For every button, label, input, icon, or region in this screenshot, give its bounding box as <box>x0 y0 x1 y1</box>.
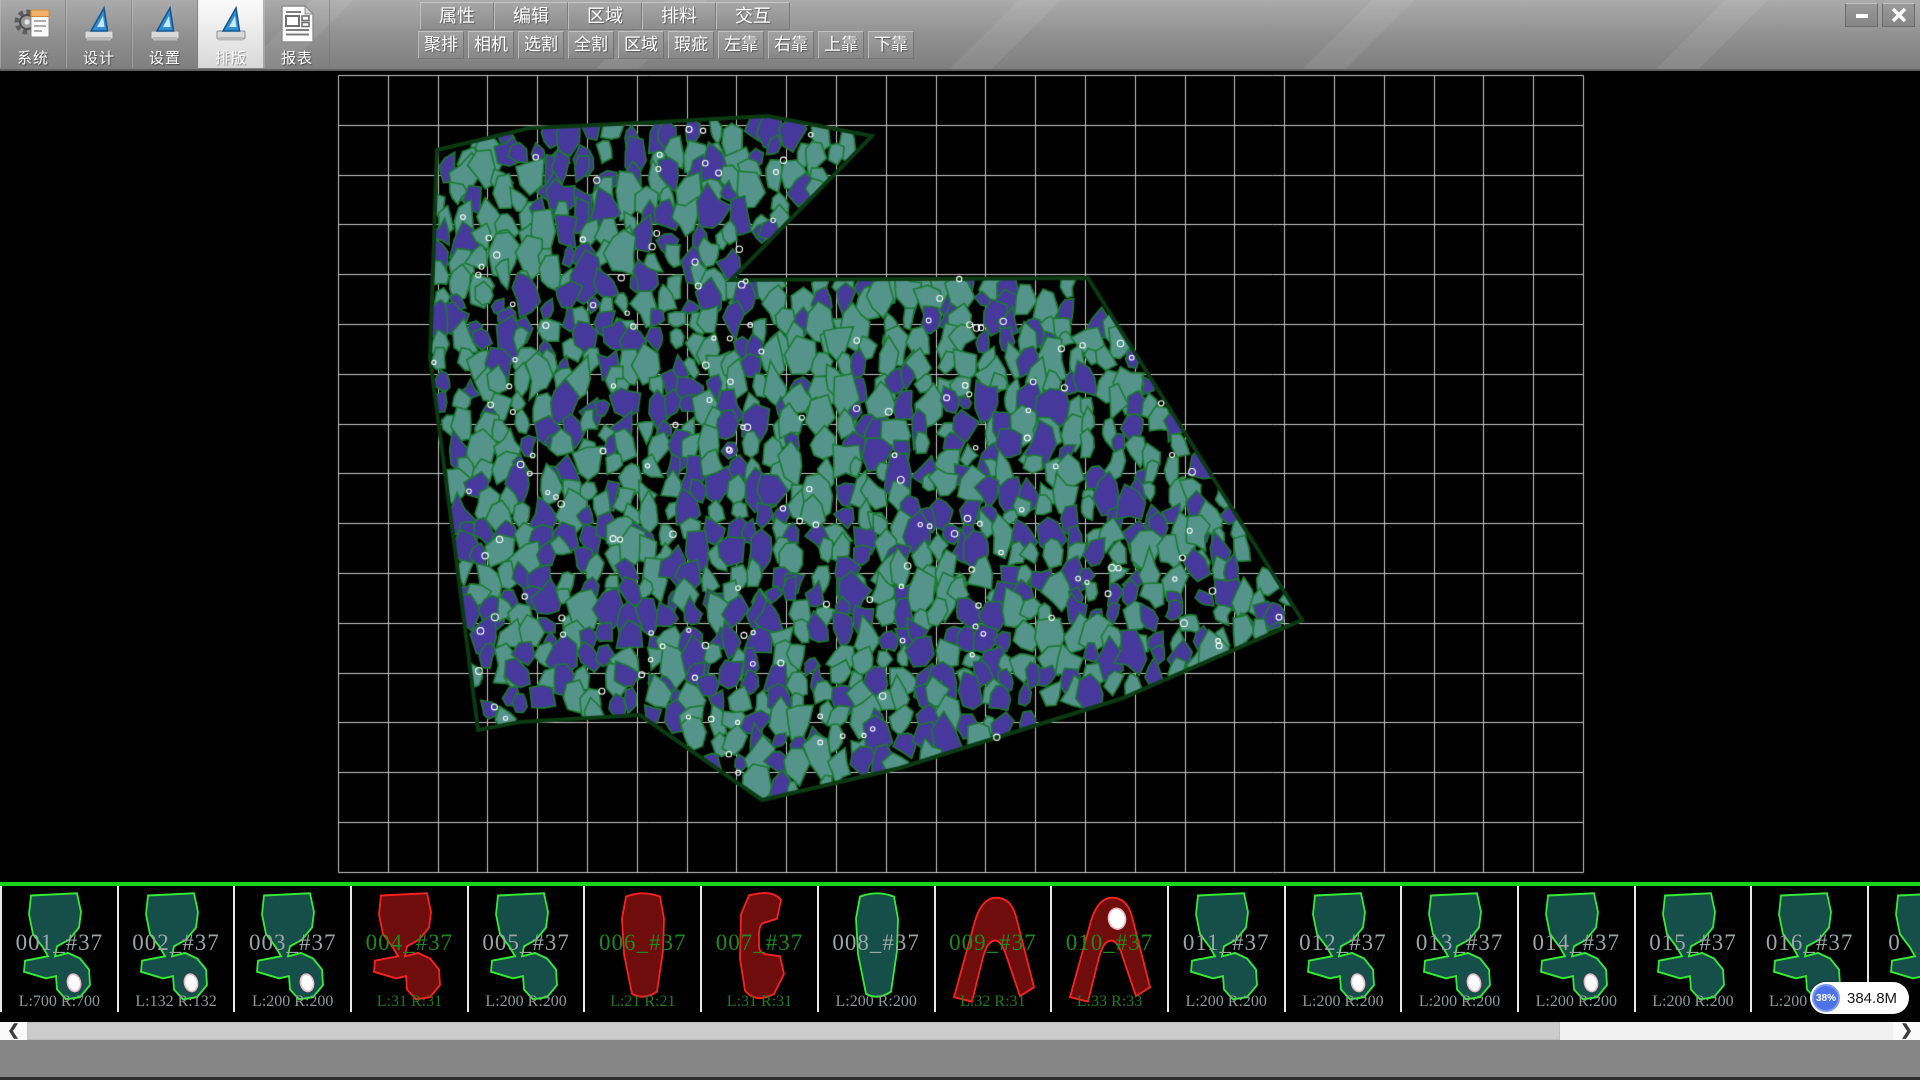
main-button-label: 设置 <box>149 47 181 68</box>
nesting-workspace[interactable] <box>0 71 1920 882</box>
piece-name: 012_#37 <box>1286 930 1401 956</box>
action-button-1[interactable]: 聚排 <box>418 31 464 59</box>
piece-name: 001_#37 <box>2 930 117 956</box>
piece-name: 010_#37 <box>1052 930 1167 956</box>
scrollbar-thumb[interactable] <box>27 1022 1560 1040</box>
action-button-4[interactable]: 全割 <box>568 31 614 59</box>
action-button-9[interactable]: 上靠 <box>818 31 864 59</box>
action-button-bar: 聚排相机选割全割区域瑕疵左靠右靠上靠下靠 <box>418 31 914 59</box>
piece-count-label: L:200 R:200 <box>819 993 934 1011</box>
progress-badge[interactable]: 38% 384.8M <box>1810 982 1909 1014</box>
menu-tab-5[interactable]: 交互 <box>716 2 790 30</box>
piece-count-label: L:200 R:200 <box>1519 993 1634 1011</box>
main-button-label: 设计 <box>83 47 115 68</box>
piece-count-label: L:200 R:200 <box>1169 993 1284 1011</box>
scroll-left-button[interactable]: ❮ <box>0 1022 27 1040</box>
thumbnail-cell[interactable]: 003_#37 L:200 R:200 <box>235 886 352 1012</box>
thumbnail-cell[interactable]: 001_#37 L:700 R:700 <box>2 886 119 1012</box>
app-window: 系统 设计 设置 排版 报表 属性编辑区域排料交互 聚排相机选割全割区域瑕疵左靠… <box>0 0 1920 1080</box>
main-button-settings[interactable]: 设置 <box>132 0 198 68</box>
piece-count-label: L:31 R:31 <box>702 993 817 1011</box>
action-button-2[interactable]: 相机 <box>468 31 514 59</box>
nesting-canvas[interactable] <box>0 71 1920 882</box>
horizontal-scrollbar[interactable]: ❮ ❯ <box>0 1022 1920 1040</box>
close-button[interactable] <box>1882 3 1915 27</box>
menu-tab-4[interactable]: 排料 <box>642 2 716 30</box>
piece-name: 003_#37 <box>235 930 350 956</box>
thumbnail-cell[interactable]: 008_#37 L:200 R:200 <box>819 886 936 1012</box>
main-button-label: 系统 <box>17 47 49 68</box>
set-square-icon <box>210 3 252 45</box>
thumbnail-cell[interactable]: 010_#37 L:33 R:33 <box>1052 886 1169 1012</box>
set-square-icon <box>144 3 186 45</box>
piece-count-label: L:32 R:31 <box>936 993 1051 1011</box>
main-button-design[interactable]: 设计 <box>66 0 132 68</box>
piece-count-label: L:33 R:33 <box>1052 993 1167 1011</box>
close-icon <box>1891 8 1907 22</box>
action-button-8[interactable]: 右靠 <box>768 31 814 59</box>
piece-name: 013_#37 <box>1402 930 1517 956</box>
menu-tab-3[interactable]: 区域 <box>568 2 642 30</box>
piece-count-label: L:21 R:21 <box>585 993 700 1011</box>
piece-count-label: L:200 R:200 <box>235 993 350 1011</box>
piece-count-label: L:200 R:200 <box>1286 993 1401 1011</box>
action-button-6[interactable]: 瑕疵 <box>668 31 714 59</box>
menu-tab-2[interactable]: 编辑 <box>494 2 568 30</box>
thumbnail-cell[interactable]: 007_#37 L:31 R:31 <box>702 886 819 1012</box>
piece-name: 002_#37 <box>119 930 234 956</box>
scroll-right-button[interactable]: ❯ <box>1893 1022 1920 1040</box>
thumbnail-cell[interactable]: 013_#37 L:200 R:200 <box>1402 886 1519 1012</box>
main-button-system[interactable]: 系统 <box>0 0 66 68</box>
thumbnail-cell[interactable]: 006_#37 L:21 R:21 <box>585 886 702 1012</box>
piece-name: 015_#37 <box>1636 930 1751 956</box>
action-button-7[interactable]: 左靠 <box>718 31 764 59</box>
progress-size-label: 384.8M <box>1847 990 1897 1007</box>
thumbnail-cell[interactable]: 005_#37 L:200 R:200 <box>469 886 586 1012</box>
piece-name: 0 <box>1869 930 1920 956</box>
main-button-group: 系统 设计 设置 排版 报表 <box>0 0 330 68</box>
window-controls <box>1845 3 1915 27</box>
thumbnail-cell[interactable]: 004_#37 L:31 R:31 <box>352 886 469 1012</box>
thumbnail-cell[interactable]: 002_#37 L:132 R:132 <box>119 886 236 1012</box>
action-button-5[interactable]: 区域 <box>618 31 664 59</box>
thumbnail-cell[interactable]: 012_#37 L:200 R:200 <box>1286 886 1403 1012</box>
main-button-layout[interactable]: 排版 <box>198 0 264 68</box>
status-bar <box>0 1040 1920 1077</box>
piece-name: 008_#37 <box>819 930 934 956</box>
main-button-label: 排版 <box>215 47 247 68</box>
piece-name: 004_#37 <box>352 930 467 956</box>
piece-name: 005_#37 <box>469 930 584 956</box>
piece-count-label: L:200 R:200 <box>469 993 584 1011</box>
toolbar: 系统 设计 设置 排版 报表 属性编辑区域排料交互 聚排相机选割全割区域瑕疵左靠… <box>0 0 1920 71</box>
piece-count-label: L:200 R:200 <box>1402 993 1517 1011</box>
report-icon <box>276 3 318 45</box>
menu-tab-1[interactable]: 属性 <box>420 2 494 30</box>
main-button-report[interactable]: 报表 <box>264 0 330 68</box>
piece-name: 006_#37 <box>585 930 700 956</box>
piece-thumbnail-strip: 001_#37 L:700 R:700 002_#37 L:132 R:132 … <box>0 886 1920 1012</box>
set-square-icon <box>78 3 120 45</box>
thumbnail-cell[interactable]: 015_#37 L:200 R:200 <box>1636 886 1753 1012</box>
thumbnail-cell[interactable]: 011_#37 L:200 R:200 <box>1169 886 1286 1012</box>
piece-count-label: L:31 R:31 <box>352 993 467 1011</box>
piece-name: 014_#37 <box>1519 930 1634 956</box>
piece-name: 011_#37 <box>1169 930 1284 956</box>
piece-count-label: L:132 R:132 <box>119 993 234 1011</box>
action-button-3[interactable]: 选割 <box>518 31 564 59</box>
thumbnail-cell[interactable]: 009_#37 L:32 R:31 <box>936 886 1053 1012</box>
menu-tab-bar: 属性编辑区域排料交互 <box>420 2 790 30</box>
piece-name: 016_#37 <box>1752 930 1867 956</box>
piece-name: 009_#37 <box>936 930 1051 956</box>
progress-percent-circle: 38% <box>1812 984 1840 1012</box>
piece-count-label: L:700 R:700 <box>2 993 117 1011</box>
piece-name: 007_#37 <box>702 930 817 956</box>
piece-count-label: L:200 R:200 <box>1636 993 1751 1011</box>
main-button-label: 报表 <box>281 47 313 68</box>
strip-bottom-gap <box>0 1012 1920 1022</box>
minimize-icon <box>1854 8 1870 22</box>
minimize-button[interactable] <box>1845 3 1878 27</box>
action-button-10[interactable]: 下靠 <box>868 31 914 59</box>
gear-notepad-icon <box>12 3 54 45</box>
thumbnail-cell[interactable]: 014_#37 L:200 R:200 <box>1519 886 1636 1012</box>
